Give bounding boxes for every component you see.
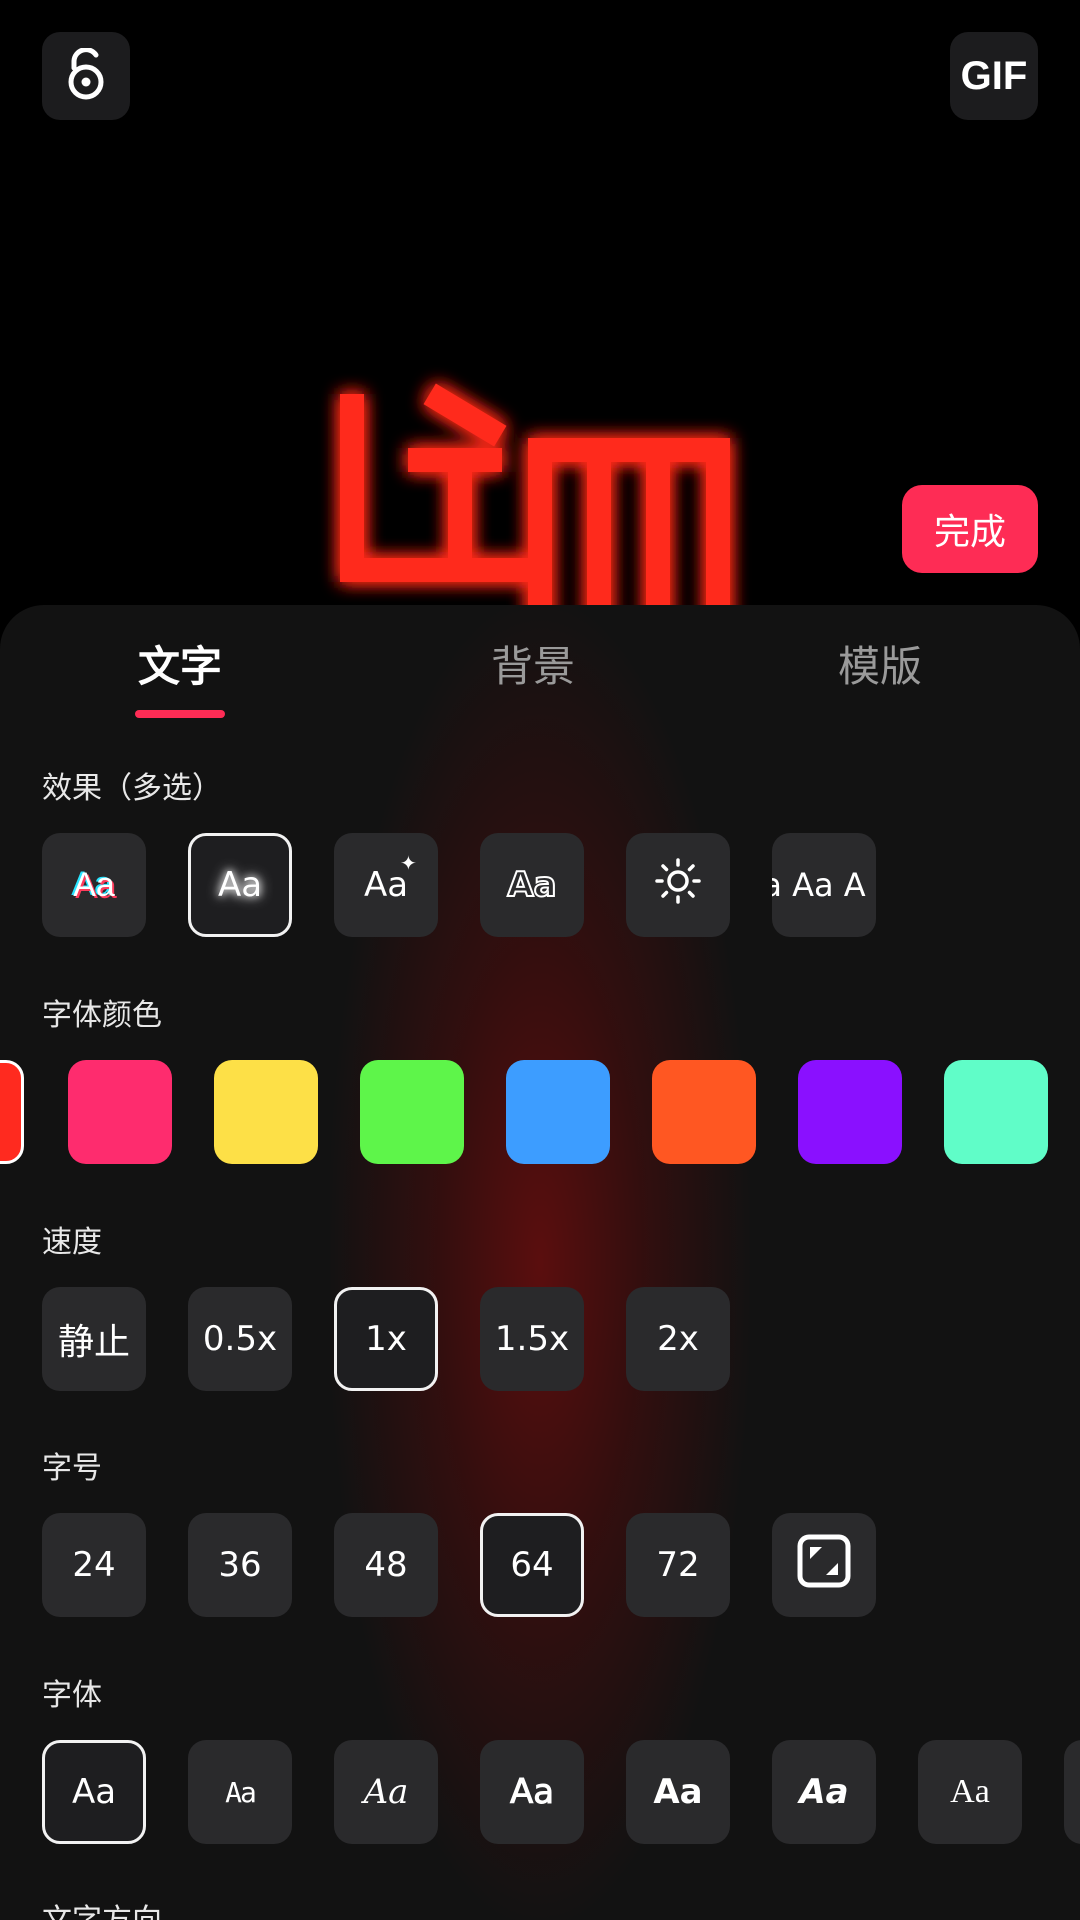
font-size-row: 24 36 48 64 72 — [0, 1513, 1080, 1617]
effect-label: Aa — [506, 864, 557, 906]
color-swatch-green[interactable] — [360, 1060, 464, 1164]
effect-marquee[interactable]: a Aa A — [772, 833, 876, 937]
custom-font-size-button[interactable] — [772, 1513, 876, 1617]
effect-sparkle[interactable]: Aa ✦ — [334, 833, 438, 937]
font-color-row — [0, 1060, 1080, 1164]
tab-text[interactable]: 文字 — [60, 633, 300, 694]
color-swatch-pink[interactable] — [68, 1060, 172, 1164]
tab-template[interactable]: 模版 — [760, 633, 1000, 694]
font-option-partial[interactable] — [1064, 1740, 1080, 1844]
speed-section-label: 速度 — [42, 1225, 102, 1260]
panel-glow-backdrop — [330, 605, 750, 1920]
effect-outline[interactable]: Aa — [480, 833, 584, 937]
font-option-serif[interactable]: Aa — [918, 1740, 1022, 1844]
color-swatch-red[interactable] — [0, 1060, 24, 1164]
sun-icon — [654, 857, 702, 914]
color-swatch-blue[interactable] — [506, 1060, 610, 1164]
font-option-thin[interactable]: Aa — [334, 1740, 438, 1844]
active-tab-indicator — [135, 710, 225, 718]
tab-background[interactable]: 背景 — [413, 633, 653, 694]
gif-export-button[interactable]: GIF — [950, 32, 1038, 120]
color-swatch-mint[interactable] — [944, 1060, 1048, 1164]
font-option-pixel[interactable]: Aa — [188, 1740, 292, 1844]
font-size-section-label: 字号 — [42, 1451, 102, 1486]
font-size-option-64[interactable]: 64 — [480, 1513, 584, 1617]
gif-label: GIF — [960, 53, 1028, 98]
speed-option-1x[interactable]: 1x — [334, 1287, 438, 1391]
effect-label: Aa — [217, 865, 263, 905]
speed-option-2x[interactable]: 2x — [626, 1287, 730, 1391]
color-swatch-yellow[interactable] — [214, 1060, 318, 1164]
font-row: Aa Aa Aa Aa Aa Aa Aa — [0, 1740, 1080, 1844]
done-button[interactable]: 完成 — [902, 485, 1038, 573]
color-swatch-orange[interactable] — [652, 1060, 756, 1164]
speed-row: 静止 0.5x 1x 1.5x 2x — [0, 1287, 1080, 1391]
unlock-icon — [64, 47, 108, 104]
speed-option-0-5x[interactable]: 0.5x — [188, 1287, 292, 1391]
speed-option-static[interactable]: 静止 — [42, 1287, 146, 1391]
speed-option-1-5x[interactable]: 1.5x — [480, 1287, 584, 1391]
resize-icon — [796, 1533, 852, 1598]
effect-brightness[interactable] — [626, 833, 730, 937]
font-section-label: 字体 — [42, 1678, 102, 1713]
font-color-section-label: 字体颜色 — [42, 998, 162, 1033]
sparkle-icon: ✦ — [400, 851, 417, 875]
effect-label: a Aa A — [772, 866, 866, 904]
font-size-option-24[interactable]: 24 — [42, 1513, 146, 1617]
font-option-round[interactable]: Aa — [480, 1740, 584, 1844]
font-option-default[interactable]: Aa — [42, 1740, 146, 1844]
font-size-option-48[interactable]: 48 — [334, 1513, 438, 1617]
font-size-option-36[interactable]: 36 — [188, 1513, 292, 1617]
marquee-preview-text — [340, 383, 740, 632]
unlock-button[interactable] — [42, 32, 130, 120]
effect-glitch[interactable]: Aa — [42, 833, 146, 937]
effects-section-label: 效果（多选） — [42, 771, 222, 806]
effect-glow[interactable]: Aa — [188, 833, 292, 937]
color-swatch-purple[interactable] — [798, 1060, 902, 1164]
text-direction-section-label: 文字方向 — [42, 1895, 162, 1920]
font-option-bold-italic[interactable]: Aa — [772, 1740, 876, 1844]
effect-label: Aa — [73, 865, 115, 904]
effects-row: Aa Aa Aa ✦ Aa a Aa A — [0, 833, 1080, 937]
font-size-option-72[interactable]: 72 — [626, 1513, 730, 1617]
tab-bar: 文字 背景 模版 — [0, 605, 1080, 730]
font-option-bold[interactable]: Aa — [626, 1740, 730, 1844]
style-panel: 文字 背景 模版 效果（多选） Aa Aa Aa ✦ Aa a Aa A 字体颜… — [0, 605, 1080, 1920]
